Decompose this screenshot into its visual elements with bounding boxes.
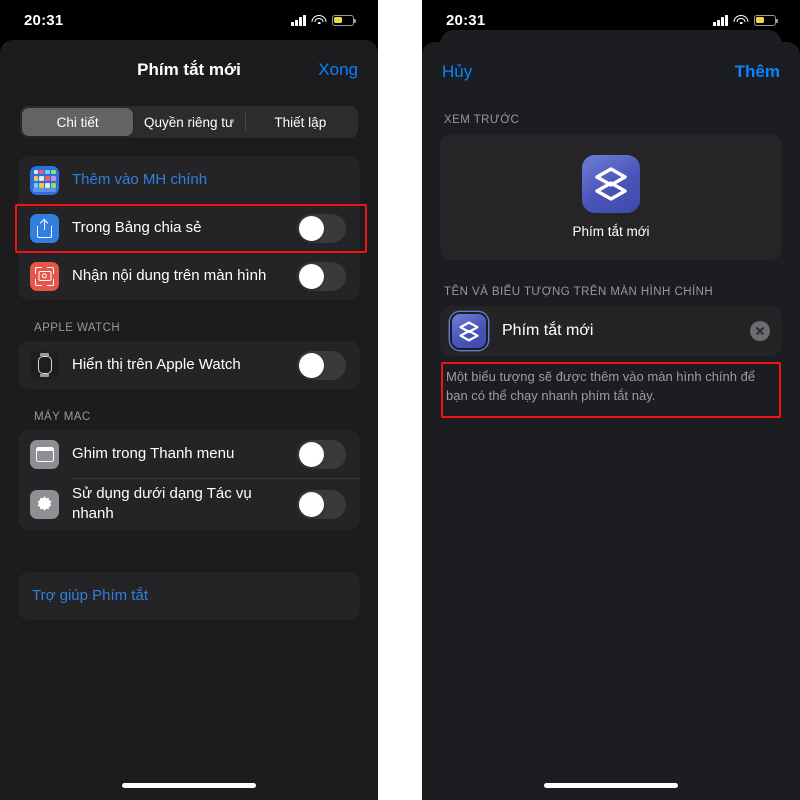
status-indicators: [291, 14, 357, 26]
wifi-icon: [733, 15, 749, 26]
row-show-on-apple-watch[interactable]: Hiển thị trên Apple Watch: [18, 341, 360, 389]
help-group[interactable]: Trợ giúp Phím tắt: [18, 572, 360, 620]
screenshot-root: 20:31 Phím tắt mới Xong Chi tiết Quyền r…: [0, 0, 800, 800]
shortcuts-app-icon: [582, 155, 640, 213]
done-button[interactable]: Xong: [318, 60, 358, 80]
battery-icon: [754, 14, 779, 26]
status-bar-left: 20:31: [0, 0, 378, 40]
toggle-screen-content[interactable]: [297, 261, 346, 291]
left-content: Thêm vào MH chính Trong Bảng chia sẻ Nhậ…: [0, 138, 378, 620]
name-section-header: TÊN VÀ BIỂU TƯỢNG TRÊN MÀN HÌNH CHÍNH: [444, 286, 714, 298]
preview-card: Phím tắt mới: [440, 134, 782, 260]
row-label: Trợ giúp Phím tắt: [32, 587, 148, 604]
preview-section-header: XEM TRƯỚC: [444, 114, 520, 126]
group-header-apple-watch: APPLE WATCH: [34, 322, 121, 334]
row-label: Nhận nội dung trên màn hình: [72, 267, 267, 284]
clear-circle-icon[interactable]: [750, 321, 770, 341]
add-button[interactable]: Thêm: [735, 62, 780, 82]
status-time: 20:31: [24, 11, 64, 29]
preview-shortcut-name: Phím tắt mới: [572, 224, 650, 239]
right-phone-screen: 20:31 Hủy Thêm XEM TRƯỚC Phím tắt mới TÊ…: [422, 0, 800, 800]
add-to-home-screen-sheet: Hủy Thêm XEM TRƯỚC Phím tắt mới TÊN VÀ B…: [422, 42, 800, 800]
apple-watch-group: Hiển thị trên Apple Watch: [18, 341, 360, 389]
home-indicator: [544, 783, 678, 788]
shortcut-details-sheet: Phím tắt mới Xong Chi tiết Quyền riêng t…: [0, 40, 378, 800]
row-screen-content[interactable]: Nhận nội dung trên màn hình: [18, 252, 360, 300]
screen-content-icon: [30, 261, 59, 291]
group-header-mac: MÁY MAC: [34, 411, 91, 423]
shortcuts-app-icon[interactable]: [452, 314, 486, 348]
left-nav-bar: Phím tắt mới Xong: [0, 40, 378, 100]
row-add-to-home-screen[interactable]: Thêm vào MH chính: [18, 156, 360, 204]
status-bar-right: 20:31: [422, 0, 800, 40]
row-quick-action[interactable]: Sử dụng dưới dạng Tác vụ nhanh: [18, 478, 360, 530]
segmented-control[interactable]: Chi tiết Quyền riêng tư Thiết lập: [20, 106, 358, 138]
home-indicator: [122, 783, 256, 788]
cancel-button[interactable]: Hủy: [442, 62, 472, 82]
cellular-signal-icon: [291, 14, 306, 26]
right-content: XEM TRƯỚC Phím tắt mới TÊN VÀ BIỂU TƯỢNG…: [422, 102, 800, 405]
toggle-menu-bar[interactable]: [297, 439, 346, 469]
right-nav-bar: Hủy Thêm: [422, 42, 800, 102]
tab-thiet-lap[interactable]: Thiết lập: [245, 108, 356, 136]
row-label: Ghim trong Thanh menu: [72, 445, 235, 462]
toggle-quick-action[interactable]: [297, 489, 346, 519]
row-label: Sử dụng dưới dạng Tác vụ nhanh: [72, 485, 252, 522]
battery-icon: [332, 14, 357, 26]
share-sheet-icon: [30, 213, 59, 243]
cellular-signal-icon: [713, 14, 728, 26]
row-label: Trong Bảng chia sẻ: [72, 219, 202, 236]
home-screen-icon: [30, 165, 59, 195]
apple-watch-icon: [30, 350, 59, 380]
menu-bar-icon: [30, 439, 59, 469]
gear-icon: [30, 489, 59, 519]
row-shortcuts-help[interactable]: Trợ giúp Phím tắt: [18, 572, 360, 620]
shortcut-name-field[interactable]: Phím tắt mới: [440, 306, 782, 356]
row-pin-in-menu-bar[interactable]: Ghim trong Thanh menu: [18, 430, 360, 478]
left-phone-screen: 20:31 Phím tắt mới Xong Chi tiết Quyền r…: [0, 0, 378, 800]
row-label: Hiển thị trên Apple Watch: [72, 356, 241, 373]
shortcut-name-input[interactable]: Phím tắt mới: [502, 322, 750, 340]
options-group: Thêm vào MH chính Trong Bảng chia sẻ Nhậ…: [18, 156, 360, 300]
name-section-footnote: Một biểu tượng sẽ được thêm vào màn hình…: [446, 369, 756, 403]
wifi-icon: [311, 15, 327, 26]
row-label: Thêm vào MH chính: [72, 171, 208, 188]
status-indicators: [713, 14, 779, 26]
mac-group: Ghim trong Thanh menu Sử dụng dưới dạng …: [18, 430, 360, 530]
toggle-apple-watch[interactable]: [297, 350, 346, 380]
tab-quyen-rieng-tu[interactable]: Quyền riêng tư: [133, 108, 244, 136]
toggle-share-sheet[interactable]: [297, 213, 346, 243]
tab-chi-tiet[interactable]: Chi tiết: [22, 108, 134, 136]
status-time: 20:31: [446, 11, 486, 29]
row-in-share-sheet[interactable]: Trong Bảng chia sẻ: [18, 204, 360, 252]
